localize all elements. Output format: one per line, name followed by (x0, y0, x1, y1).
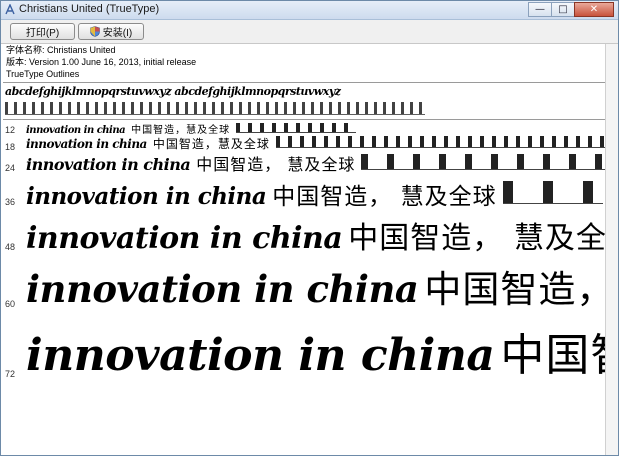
cjk-sample: 中国智造， 慧及全球 (272, 184, 497, 210)
size-label: 60 (5, 299, 16, 309)
sample-text: innovation in china 中国智 (26, 319, 618, 383)
title-bar[interactable]: Christians United (TrueType) — □ ✕ (1, 1, 618, 20)
close-button[interactable]: ✕ (574, 2, 614, 17)
sample-text: innovation in china 中国智造，慧及全球 (26, 135, 618, 152)
sample-text: innovation in china 中国智造， 慧及全 (26, 213, 607, 257)
toolbar: 打印(P) 安装(I) (1, 20, 618, 44)
font-version: 版本: Version 1.00 June 16, 2013, initial … (6, 57, 197, 67)
size-label: 48 (5, 242, 16, 252)
latin-sample: innovation in china (26, 183, 267, 210)
cjk-sample: 中国智造，慧及全球 (152, 137, 270, 151)
divider (3, 119, 606, 120)
size-label: 24 (5, 163, 16, 173)
missing-glyph-strip (275, 136, 618, 148)
font-preview-window: Christians United (TrueType) — □ ✕ 打印(P)… (0, 0, 619, 456)
vertical-scrollbar[interactable] (605, 44, 618, 455)
install-button[interactable]: 安装(I) (78, 23, 144, 40)
font-info: 字体名称: Christians United 版本: Version 1.00… (6, 44, 196, 80)
missing-glyph-strip (5, 102, 425, 115)
size-label: 12 (5, 125, 16, 135)
sample-text: innovation in china 中国智造， (26, 259, 614, 313)
alphabet-sample: abcdefghijklmnopqrstuvwxyz abcdefghijklm… (5, 85, 341, 98)
latin-sample: innovation in china (26, 330, 495, 381)
window-title: Christians United (TrueType) (19, 3, 160, 15)
font-name: 字体名称: Christians United (6, 45, 116, 55)
latin-sample: innovation in china (26, 137, 147, 151)
sample-text: innovation in china 中国智造，慧及全球 (26, 121, 357, 136)
missing-glyph-strip (502, 181, 603, 204)
shield-icon (89, 26, 100, 37)
cjk-sample: 中国智造， (424, 268, 615, 311)
print-button[interactable]: 打印(P) (10, 23, 75, 40)
cjk-sample: 中国智造，慧及全球 (131, 125, 231, 136)
cjk-sample: 中国智造， 慧及全球 (196, 155, 356, 174)
sample-text: innovation in china 中国智造， 慧及全球 (26, 177, 603, 211)
size-label: 36 (5, 197, 16, 207)
missing-glyph-strip (361, 154, 617, 170)
size-label: 18 (5, 142, 16, 152)
cjk-sample: 中国智造， 慧及全 (348, 221, 607, 256)
font-icon (5, 4, 15, 15)
cjk-sample: 中国智 (500, 330, 618, 381)
maximize-button[interactable]: □ (551, 2, 575, 17)
font-format: TrueType Outlines (6, 69, 80, 79)
size-label: 72 (5, 369, 16, 379)
window-controls: — □ ✕ (528, 2, 614, 17)
print-button-label: 打印(P) (25, 28, 60, 39)
missing-glyph-strip (236, 123, 357, 133)
latin-sample: innovation in china (26, 267, 419, 311)
install-button-label: 安装(I) (102, 28, 133, 39)
divider (3, 82, 606, 83)
sample-text: innovation in china 中国智造， 慧及全球 (26, 151, 617, 175)
latin-sample: innovation in china (26, 221, 343, 256)
latin-sample: innovation in china (26, 155, 191, 174)
minimize-button[interactable]: — (528, 2, 552, 17)
